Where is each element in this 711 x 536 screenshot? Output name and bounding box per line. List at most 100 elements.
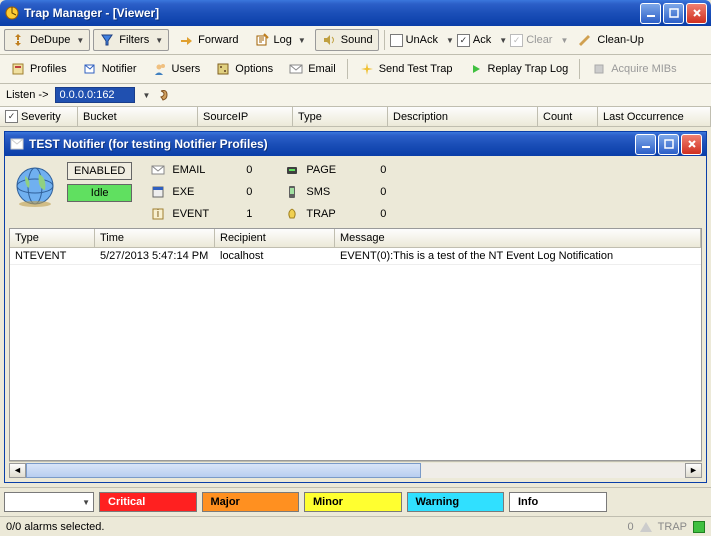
log-label: Log bbox=[274, 34, 292, 46]
forward-label: Forward bbox=[198, 34, 238, 46]
main-titlebar: Trap Manager - [Viewer] bbox=[0, 0, 711, 26]
send-test-trap-button[interactable]: Send Test Trap bbox=[353, 58, 459, 80]
svg-text:i: i bbox=[157, 208, 159, 220]
cleanup-button[interactable]: Clean-Up bbox=[571, 29, 649, 51]
toolbar-secondary: Profiles Notifier Users Options Email Se… bbox=[0, 55, 711, 84]
severity-critical[interactable]: Critical bbox=[99, 492, 197, 512]
forward-icon bbox=[178, 32, 194, 48]
ack-checkbox[interactable]: ✓ bbox=[457, 34, 470, 47]
users-button[interactable]: Users bbox=[146, 58, 207, 80]
notifier-log-table: Type Time Recipient Message NTEVENT 5/27… bbox=[9, 228, 702, 461]
log-button[interactable]: Log ▼ bbox=[248, 29, 312, 51]
col-type[interactable]: Type bbox=[293, 107, 388, 126]
col-severity[interactable]: ✓Severity bbox=[0, 107, 78, 126]
sound-button[interactable]: Sound bbox=[315, 29, 379, 51]
download-icon bbox=[591, 61, 607, 77]
col-count[interactable]: Count bbox=[538, 107, 598, 126]
maximize-button[interactable] bbox=[663, 3, 684, 24]
status-zero: 0 bbox=[628, 521, 634, 533]
event-small-icon: i bbox=[150, 206, 166, 222]
unack-checkbox[interactable] bbox=[390, 34, 403, 47]
ncol-recipient[interactable]: Recipient bbox=[215, 229, 335, 247]
col-sourceip[interactable]: SourceIP bbox=[198, 107, 293, 126]
email-button[interactable]: Email bbox=[282, 58, 342, 80]
horizontal-scrollbar[interactable]: ◄ ► bbox=[9, 461, 702, 478]
notifier-window: TEST Notifier (for testing Notifier Prof… bbox=[4, 131, 707, 483]
ncol-message[interactable]: Message bbox=[335, 229, 701, 247]
severity-info[interactable]: Info bbox=[509, 492, 607, 512]
dedupe-button[interactable]: DeDupe▼ bbox=[4, 29, 90, 51]
cell-time: 5/27/2013 5:47:14 PM bbox=[95, 248, 215, 264]
scroll-left-button[interactable]: ◄ bbox=[9, 463, 26, 478]
cell-message: EVENT(0):This is a test of the NT Event … bbox=[335, 248, 701, 264]
col-description[interactable]: Description bbox=[388, 107, 538, 126]
chevron-down-icon: ▼ bbox=[82, 498, 90, 507]
severity-empty bbox=[612, 492, 708, 512]
notifier-table-body[interactable]: NTEVENT 5/27/2013 5:47:14 PM localhost E… bbox=[10, 248, 701, 460]
clear-checkbox[interactable]: ✓ bbox=[510, 34, 523, 47]
severity-legend-bar: ▼ Critical Major Minor Warning Info bbox=[0, 487, 711, 516]
email-small-icon bbox=[150, 162, 166, 178]
options-button[interactable]: Options bbox=[209, 58, 279, 80]
funnel-icon bbox=[99, 32, 115, 48]
chevron-down-icon: ▼ bbox=[298, 36, 306, 45]
listen-label: Listen -> bbox=[6, 89, 49, 101]
exe-small-icon bbox=[150, 184, 166, 200]
pager-small-icon bbox=[284, 162, 300, 178]
scroll-track[interactable] bbox=[26, 463, 685, 478]
ncol-type[interactable]: Type bbox=[10, 229, 95, 247]
ear-icon[interactable] bbox=[156, 87, 172, 103]
notifier-label: Notifier bbox=[102, 63, 137, 75]
severity-minor[interactable]: Minor bbox=[304, 492, 402, 512]
users-icon bbox=[152, 61, 168, 77]
dedupe-icon bbox=[10, 32, 26, 48]
status-bar: 0/0 alarms selected. 0 TRAP bbox=[0, 516, 711, 536]
forward-button[interactable]: Forward bbox=[172, 29, 244, 51]
col-bucket[interactable]: Bucket bbox=[78, 107, 198, 126]
log-icon bbox=[254, 32, 270, 48]
severity-major[interactable]: Major bbox=[202, 492, 300, 512]
minimize-button[interactable] bbox=[640, 3, 661, 24]
listen-bar: Listen -> 0.0.0.0:162 ▼ bbox=[0, 84, 711, 107]
severity-checkbox[interactable]: ✓ bbox=[5, 110, 18, 123]
replay-label: Replay Trap Log bbox=[488, 63, 569, 75]
close-button[interactable] bbox=[686, 3, 707, 24]
status-trap: TRAP bbox=[658, 521, 687, 533]
idle-status: Idle bbox=[67, 184, 132, 202]
severity-warning[interactable]: Warning bbox=[407, 492, 505, 512]
col-last-occurrence[interactable]: Last Occurrence bbox=[598, 107, 711, 126]
status-indicator-icon bbox=[693, 521, 705, 533]
table-row[interactable]: NTEVENT 5/27/2013 5:47:14 PM localhost E… bbox=[10, 248, 701, 265]
options-icon bbox=[215, 61, 231, 77]
speaker-icon bbox=[321, 32, 337, 48]
cell-recipient: localhost bbox=[215, 248, 335, 264]
notifier-maximize-button[interactable] bbox=[658, 134, 679, 155]
status-selected: 0/0 alarms selected. bbox=[6, 521, 104, 533]
listen-address-input[interactable]: 0.0.0.0:162 bbox=[55, 87, 135, 103]
options-label: Options bbox=[235, 63, 273, 75]
scroll-thumb[interactable] bbox=[26, 463, 421, 478]
notifier-table-header: Type Time Recipient Message bbox=[10, 229, 701, 248]
notifier-summary: ENABLED Idle EMAIL0 EXE0 iEVENT1 PAGE0 S… bbox=[5, 156, 706, 228]
ncol-time[interactable]: Time bbox=[95, 229, 215, 247]
notifier-button[interactable]: Notifier bbox=[76, 58, 143, 80]
chevron-down-icon[interactable]: ▼ bbox=[143, 91, 151, 100]
sms-small-icon bbox=[284, 184, 300, 200]
cleanup-label: Clean-Up bbox=[597, 34, 643, 46]
acquire-mibs-button[interactable]: Acquire MIBs bbox=[585, 58, 682, 80]
toolbar-primary: DeDupe▼ Filters▼ Forward Log▼ Sound UnAc… bbox=[0, 26, 711, 55]
filters-button[interactable]: Filters▼ bbox=[93, 29, 169, 51]
notifier-minimize-button[interactable] bbox=[635, 134, 656, 155]
notifier-icon bbox=[82, 61, 98, 77]
window-title: Trap Manager - [Viewer] bbox=[24, 6, 640, 20]
chevron-down-icon: ▼ bbox=[155, 36, 163, 45]
clear-label: Clear bbox=[526, 34, 552, 46]
replay-trap-log-button[interactable]: Replay Trap Log bbox=[462, 58, 575, 80]
scroll-right-button[interactable]: ► bbox=[685, 463, 702, 478]
notifier-close-button[interactable] bbox=[681, 134, 702, 155]
email-icon bbox=[288, 61, 304, 77]
profiles-button[interactable]: Profiles bbox=[4, 58, 73, 80]
notifier-titlebar: TEST Notifier (for testing Notifier Prof… bbox=[5, 132, 706, 156]
severity-select[interactable]: ▼ bbox=[4, 492, 94, 512]
ack-label: Ack bbox=[473, 34, 491, 46]
